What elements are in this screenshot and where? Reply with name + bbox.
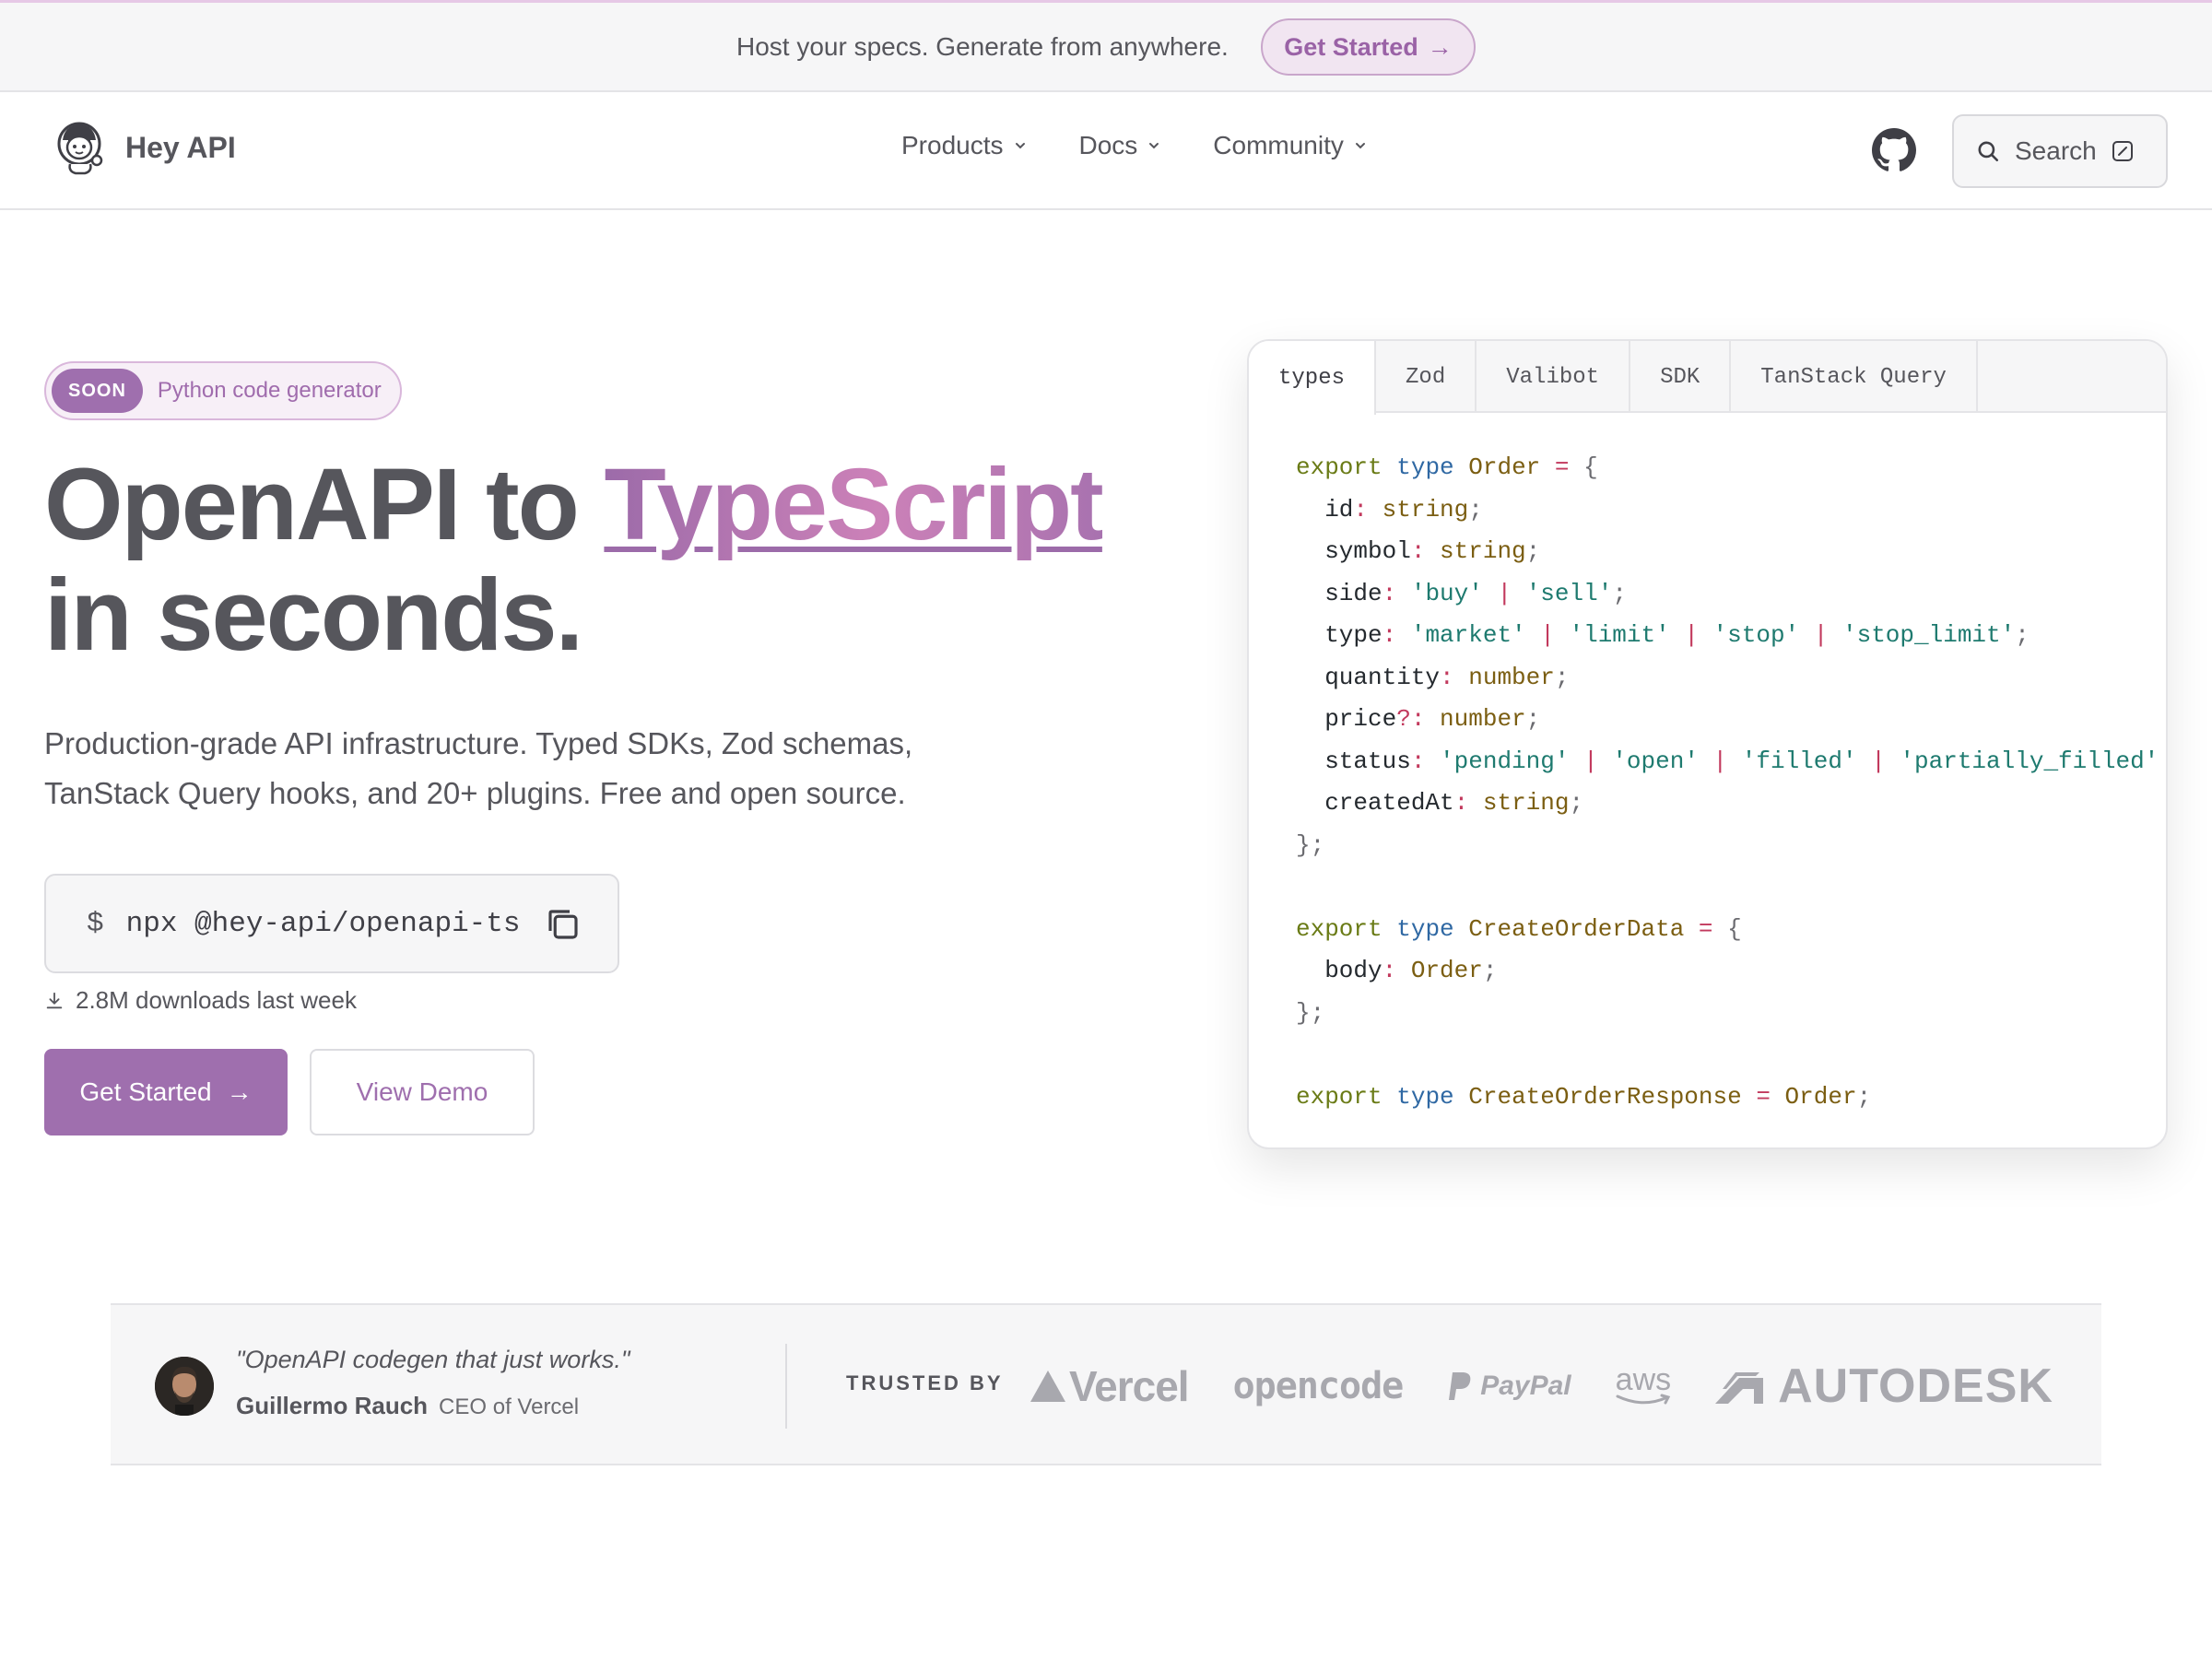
announcement-banner: Host your specs. Generate from anywhere.… [0, 0, 2212, 92]
tab-valibot[interactable]: Valibot [1477, 341, 1631, 413]
trusted-logos: Vercel opencode PayPal aws AUTODESK [1030, 1349, 2053, 1423]
nav-item-label: Docs [1078, 131, 1138, 159]
arrow-right-icon: → [1427, 32, 1453, 61]
view-demo-button[interactable]: View Demo [310, 1049, 535, 1135]
install-command: npx @hey-api/openapi-ts [125, 907, 521, 940]
author-role: CEO of Vercel [439, 1394, 580, 1419]
tab-types[interactable]: types [1249, 341, 1377, 415]
slash-key-icon [2112, 141, 2133, 161]
banner-cta-label: Get Started [1284, 32, 1418, 61]
nav-menu: Products Docs Community [901, 131, 1419, 160]
code-line: body: Order; [1296, 957, 1498, 984]
code-preview-card: types Zod Valibot SDK TanStack Query exp… [1247, 339, 2168, 1149]
divider [785, 1344, 787, 1429]
brand-name: Hey API [125, 130, 236, 164]
arrow-right-icon: → [226, 1077, 253, 1106]
github-icon [1872, 128, 1916, 171]
author-name: Guillermo Rauch [236, 1392, 429, 1419]
get-started-button[interactable]: Get Started → [44, 1049, 288, 1135]
view-demo-label: View Demo [356, 1077, 488, 1106]
opencode-wordmark: opencode [1232, 1365, 1405, 1407]
copy-icon [548, 910, 578, 939]
python-generator-announcement[interactable]: SOON Python code generator [44, 361, 402, 420]
testimonial-author: Guillermo Rauch CEO of Vercel [236, 1392, 579, 1420]
tab-tanstack-query[interactable]: TanStack Query [1731, 341, 1978, 413]
nav-item-products[interactable]: Products [901, 131, 1028, 160]
autodesk-mark-icon [1715, 1372, 1764, 1404]
hero-title: OpenAPI to TypeScript in seconds. [44, 450, 1242, 671]
code-line: symbol: string; [1296, 537, 1541, 565]
code-line: quantity: number; [1296, 663, 1570, 691]
tab-sdk[interactable]: SDK [1630, 341, 1732, 413]
aws-logo: aws [1615, 1362, 1672, 1406]
autodesk-wordmark: AUTODESK [1778, 1359, 2053, 1413]
code-line: export type CreateOrderResponse = Order; [1296, 1082, 1872, 1111]
opencode-logo: opencode [1232, 1365, 1405, 1407]
code-line: price?: number; [1296, 705, 1541, 733]
nav-item-label: Community [1213, 131, 1344, 159]
search-button[interactable]: Search [1952, 114, 2168, 188]
banner-get-started-button[interactable]: Get Started → [1261, 18, 1476, 76]
navbar: Hey API Products Docs Community Search [0, 92, 2212, 210]
install-command-box: $ npx @hey-api/openapi-ts [44, 874, 619, 973]
vercel-logo: Vercel [1030, 1361, 1190, 1411]
brand-link[interactable]: Hey API [52, 118, 236, 177]
autodesk-logo: AUTODESK [1715, 1359, 2053, 1414]
code-line: type: 'market' | 'limit' | 'stop' | 'sto… [1296, 621, 2030, 649]
soon-text: Python code generator [157, 378, 382, 403]
copy-button[interactable] [544, 905, 582, 944]
download-icon [46, 992, 63, 1008]
testimonial-strip: "OpenAPI codegen that just works." Guill… [111, 1303, 2101, 1465]
search-icon [1978, 141, 1999, 162]
hero-title-part1: OpenAPI to [44, 448, 605, 561]
vercel-triangle-icon [1030, 1371, 1065, 1402]
paypal-p-icon [1449, 1372, 1471, 1400]
vercel-wordmark: Vercel [1069, 1362, 1190, 1410]
hero-title-part2: in seconds. [44, 559, 583, 672]
code-line: }; [1296, 998, 1325, 1027]
tab-zod[interactable]: Zod [1376, 341, 1477, 413]
aws-wordmark: aws [1615, 1362, 1672, 1397]
nav-item-community[interactable]: Community [1213, 131, 1368, 160]
hero-subtitle-line2: TanStack Query hooks, and 20+ plugins. F… [44, 776, 906, 810]
code-line: status: 'pending' | 'open' | 'filled' | … [1296, 747, 2159, 775]
paypal-wordmark: PayPal [1480, 1371, 1571, 1401]
avatar [155, 1357, 214, 1416]
paypal-logo: PayPal [1447, 1371, 1571, 1402]
banner-text: Host your specs. Generate from anywhere. [736, 32, 1229, 61]
code-line: export type CreateOrderData = { [1296, 914, 1742, 943]
code-line: }; [1296, 830, 1325, 859]
chevron-down-icon [1149, 143, 1159, 149]
astronaut-mascot-icon [57, 122, 103, 175]
github-link[interactable] [1872, 128, 1916, 172]
code-line: export type Order = { [1296, 453, 1598, 481]
prompt-symbol: $ [87, 907, 104, 940]
soon-badge: SOON [52, 369, 143, 413]
hero-title-highlight: TypeScript [604, 448, 1103, 561]
code-tabs: types Zod Valibot SDK TanStack Query [1249, 341, 2166, 415]
downloads-stat: 2.8M downloads last week [44, 986, 357, 1015]
get-started-label: Get Started [79, 1077, 212, 1106]
nav-item-label: Products [901, 131, 1004, 159]
hero-subtitle-line1: Production-grade API infrastructure. Typ… [44, 726, 913, 760]
person-portrait-icon [155, 1357, 214, 1416]
hero-subtitle: Production-grade API infrastructure. Typ… [44, 719, 1021, 818]
aws-smile-icon [1616, 1394, 1671, 1405]
search-label: Search [2015, 136, 2097, 165]
chevron-down-icon [1015, 143, 1025, 149]
code-block: export type Order = { id: string; symbol… [1296, 447, 2159, 1118]
nav-item-docs[interactable]: Docs [1079, 131, 1162, 160]
chevron-down-icon [1355, 143, 1365, 149]
testimonial-quote: "OpenAPI codegen that just works." [236, 1346, 630, 1373]
trusted-by-label: TRUSTED BY [846, 1371, 1004, 1394]
code-line: id: string; [1296, 495, 1483, 524]
code-line: side: 'buy' | 'sell'; [1296, 579, 1627, 607]
downloads-text: 2.8M downloads last week [76, 986, 357, 1014]
code-line: createdAt: string; [1296, 789, 1584, 817]
